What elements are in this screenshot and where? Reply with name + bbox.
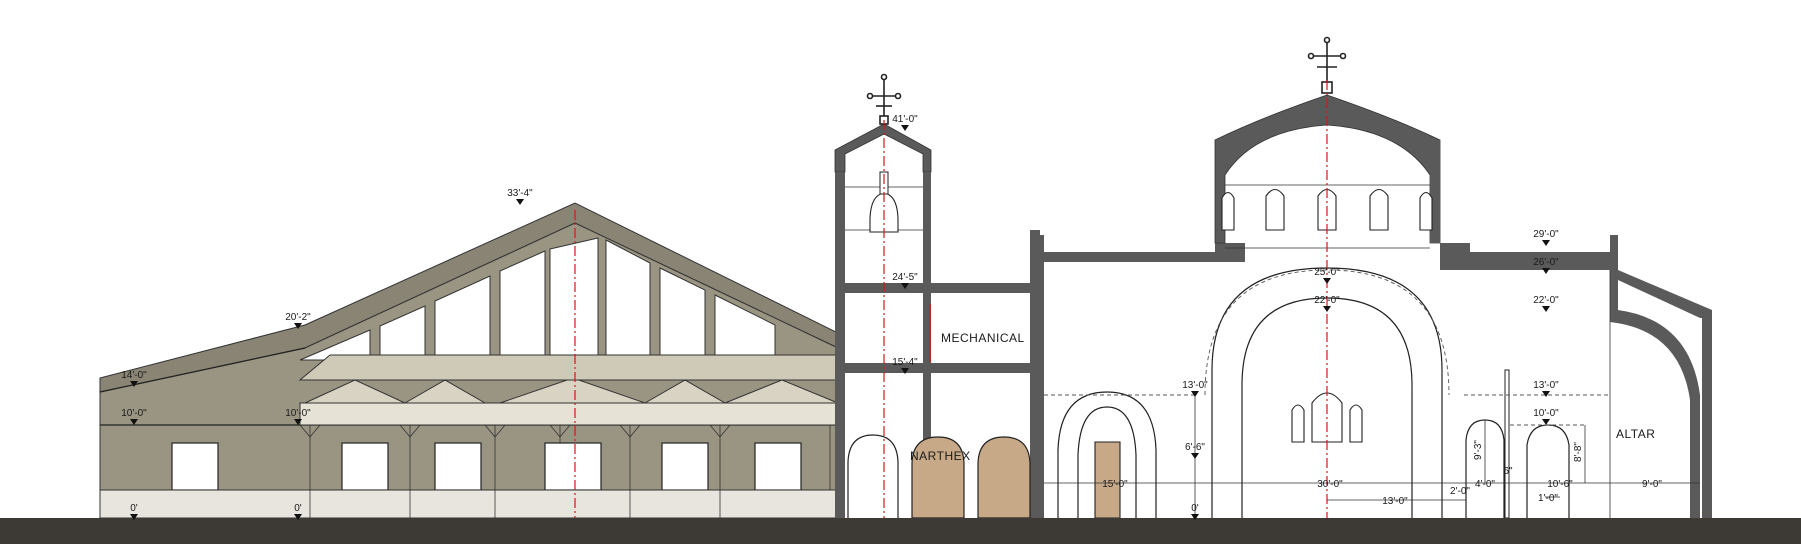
elevation-mark-altar-26-0: 26'-0" [1533, 257, 1559, 274]
dimension-lines [1044, 420, 1700, 501]
dimension-label-dim-13-0: 13'-0" [1382, 496, 1408, 507]
elevation-marker-icon [1542, 306, 1550, 312]
elevation-marker-icon [1542, 391, 1550, 397]
parish-hall-elevation [99, 202, 839, 519]
elevation-label: 24'-5" [892, 272, 918, 283]
narthex-left-opening [847, 434, 899, 518]
elevation-mark-nave-22-0: 22'-0" [1314, 295, 1340, 312]
elevation-label: 10'-0" [121, 408, 147, 419]
elevation-label: 20'-2" [285, 312, 311, 323]
elevation-label: 6'-6" [1185, 442, 1205, 453]
dimension-label-dim-15-0: 15'-0" [1102, 479, 1128, 490]
dimension-label-dim-9-0: 9'-0" [1642, 479, 1662, 490]
dimension-label-dim-6: 6" [1503, 466, 1513, 477]
elevation-mark-tower-41-0: 41'-0" [892, 114, 918, 131]
elevation-mark-altar-29-0: 29'-0" [1533, 229, 1559, 246]
dimension-label-dim-9-3: 9'-3" [1473, 440, 1484, 460]
dimension-label-dim-4-0: 4'-0" [1475, 479, 1495, 490]
elevation-marker-icon [1191, 391, 1199, 397]
elevation-label: 26'-0" [1533, 257, 1559, 268]
elevation-mark-altar-10-0: 10'-0" [1533, 408, 1559, 425]
room-label-mechanical: MECHANICAL [941, 331, 1025, 345]
dimension-label-dim-2-0: 2'-0" [1450, 486, 1470, 497]
elevation-label: 22'-0" [1533, 295, 1559, 306]
elevation-label: 10'-0" [285, 408, 311, 419]
elevation-mark-nave-25-0: 25'-0" [1314, 267, 1340, 284]
elevation-marker-icon [1323, 306, 1331, 312]
elevation-label: 41'-0" [892, 114, 918, 125]
elevation-label: 0' [1191, 503, 1199, 514]
elevation-label: 13'-0" [1182, 380, 1208, 391]
narthex-door-right [977, 436, 1031, 519]
elevation-label: 0' [294, 503, 302, 514]
elevation-label: 33'-4" [507, 188, 533, 199]
dimension-label-dim-10-6: 10'-6" [1547, 479, 1573, 490]
elevation-mark-hall-33-4: 33'-4" [507, 188, 533, 205]
elevation-label: 13'-0" [1533, 380, 1559, 391]
elevation-mark-nave-0: 0' [1191, 503, 1199, 520]
church-section-elevation-drawing: 33'-4" 20'-2" 14'-0" 10'-0" 10'-0" 0' 0' 41'-0"… [0, 36, 1801, 544]
elevation-mark-nave-13-0: 13'-0" [1182, 380, 1208, 397]
elevation-marker-icon [1542, 240, 1550, 246]
room-label-narthex: NARTHEX [910, 449, 971, 463]
dimension-label-dim-1-0: 1'-0" [1538, 493, 1558, 504]
elevation-mark-altar-22-0: 22'-0" [1533, 295, 1559, 312]
elevation-marker-icon [516, 199, 524, 205]
elevation-mark-nave-6-6: 6'-6" [1185, 442, 1205, 459]
hall-entry-door [544, 442, 602, 491]
elevation-label: 22'-0" [1314, 295, 1340, 306]
elevation-marker-icon [1542, 268, 1550, 274]
elevation-mark-altar-13-0: 13'-0" [1533, 380, 1559, 397]
elevation-label: 0' [130, 503, 138, 514]
elevation-label: 25'-0" [1314, 267, 1340, 278]
dimension-label-dim-8-8: 8'-8" [1573, 442, 1584, 462]
hall-base [99, 489, 839, 519]
dimension-label-dim-30-0: 30'-0" [1317, 479, 1343, 490]
elevation-marker-icon [901, 125, 909, 131]
elevation-marker-icon [1191, 453, 1199, 459]
room-label-altar: ALTAR [1616, 427, 1655, 441]
elevation-label: 10'-0" [1533, 408, 1559, 419]
elevation-label: 15'-4" [892, 357, 918, 368]
elevation-label: 29'-0" [1533, 229, 1559, 240]
elevation-label: 14'-0" [121, 370, 147, 381]
elevation-marker-icon [1323, 278, 1331, 284]
ground-line [0, 518, 1801, 544]
elevation-marker-icon [1542, 419, 1550, 425]
